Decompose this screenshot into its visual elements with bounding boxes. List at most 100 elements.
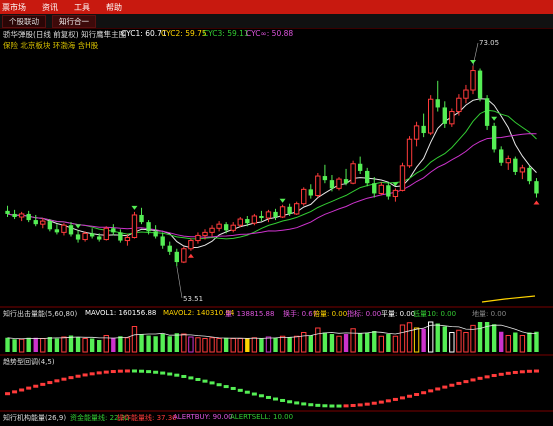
flat-volume-value: 平量: 0.00 [381, 310, 416, 318]
trend-dot [385, 399, 391, 403]
trend-dot [244, 390, 250, 394]
volume-bar-up [202, 338, 208, 353]
candle-body-up [237, 218, 243, 226]
trend-dot [188, 376, 194, 380]
volume-bar-down [33, 337, 38, 352]
trend-dot [230, 386, 236, 390]
candle-body-down [160, 236, 165, 246]
volume-bar-up [265, 336, 272, 353]
candle-body-down [273, 211, 278, 218]
volume-bar-up [230, 338, 236, 353]
volume-panel-header: 知行出击量能(5,60,80) MAVOL1: 160156.88 MAVOL2… [0, 309, 553, 319]
trend-dot [414, 393, 420, 397]
candle-body-up [251, 215, 258, 224]
volume-bar-up [279, 335, 286, 353]
volume-bar-up [392, 335, 399, 353]
candle-body-down [167, 245, 172, 252]
candle-body-down [421, 125, 426, 134]
candle-body-up [336, 178, 342, 189]
trend-dot [287, 400, 293, 404]
volume-bar-down [442, 326, 447, 352]
volume-bar-up [427, 321, 434, 353]
candle-body-up [505, 158, 511, 164]
trend-dot [301, 402, 307, 406]
candle-body-down [174, 251, 179, 263]
candle-body-up [378, 184, 385, 194]
volume-bar-up [449, 332, 455, 353]
volume-value: 量: 138815.88 [225, 310, 275, 318]
trend-dot [19, 388, 25, 392]
candle-body-down [534, 181, 539, 194]
candle-body-down [372, 183, 377, 194]
trend-dot [265, 395, 271, 399]
volume-bar-down [477, 322, 483, 352]
trend-dot [329, 404, 335, 408]
trend-dot [61, 377, 67, 381]
candle-body-up [230, 224, 236, 231]
candle-body-up [188, 240, 194, 250]
trend-dot [449, 383, 455, 387]
trend-dot [40, 382, 46, 386]
trend-dot [322, 404, 328, 408]
volume-bar-up [251, 337, 258, 353]
candle-body-down [75, 234, 81, 240]
indicator-value: 指标: 0.00 [347, 310, 382, 318]
high-price-label: 73.05 [479, 39, 499, 47]
volume-bar-down [54, 338, 60, 352]
volume-bar-down [491, 324, 497, 352]
candle-body-down [111, 228, 116, 233]
candle-body-up [18, 213, 25, 218]
volume-bar-down [259, 338, 264, 352]
volume-bar-down [139, 334, 144, 352]
trend-dot [103, 370, 109, 374]
candle-body-down [47, 221, 53, 230]
green-ma-line [7, 109, 537, 240]
candle-body-down [435, 99, 440, 108]
candle-body-up [181, 248, 187, 263]
magenta-ma-line [7, 133, 537, 238]
candle-body-up [399, 165, 406, 191]
candle-body-up [279, 206, 286, 218]
trend-dot [470, 378, 476, 382]
volume-bar-down [527, 332, 532, 352]
volume-bar-down [357, 333, 363, 352]
candle-body-up [209, 227, 215, 233]
trend-dots [5, 369, 539, 408]
candle-body-down [386, 185, 391, 197]
volume-bar-up [336, 335, 342, 353]
volume-bar-down [273, 337, 278, 352]
trend-dot [407, 394, 413, 398]
trend-dot [308, 403, 314, 407]
sell-signal-marker [279, 198, 286, 203]
trend-dot [167, 372, 173, 376]
double-volume-value: 倍量: 0.00 [313, 310, 348, 318]
sell-signal-marker [75, 224, 82, 229]
candle-body-up [195, 234, 201, 242]
candle-body-up [216, 223, 222, 229]
trend-dot [435, 387, 441, 391]
volume-bar-up [399, 324, 406, 353]
candle-body-up [406, 138, 413, 167]
candle-body-down [484, 98, 490, 126]
volume-bar-down [97, 340, 102, 352]
trend-dot [533, 369, 539, 373]
volume-bar-down [329, 334, 335, 352]
trend-dot [512, 370, 518, 374]
operation-energy-value: 操作能量线: 37.30 [117, 414, 177, 422]
candle-body-up [392, 189, 399, 198]
volume-bar-down [47, 337, 53, 352]
candle-body-down [499, 149, 504, 163]
candle-body-up [265, 211, 272, 219]
candle-body-down [12, 213, 17, 218]
trend-dot [202, 379, 208, 383]
candle-body-down [329, 180, 335, 189]
moving-average-lines [7, 98, 537, 249]
mavol2-value: MAVOL2: 140310.94 [163, 309, 235, 317]
volume-bar-down [245, 338, 250, 352]
volume-bar-down [26, 337, 31, 352]
volume-bar-down [513, 332, 518, 352]
volume-bar-up [209, 337, 215, 353]
low-volume-value: 低量10: 0.00 [413, 310, 457, 318]
candle-body-down [68, 225, 74, 235]
bottom-panel-header: 知行机构能量(26,9) 资金能量线: 22.32 操作能量线: 37.30 A… [0, 413, 553, 423]
